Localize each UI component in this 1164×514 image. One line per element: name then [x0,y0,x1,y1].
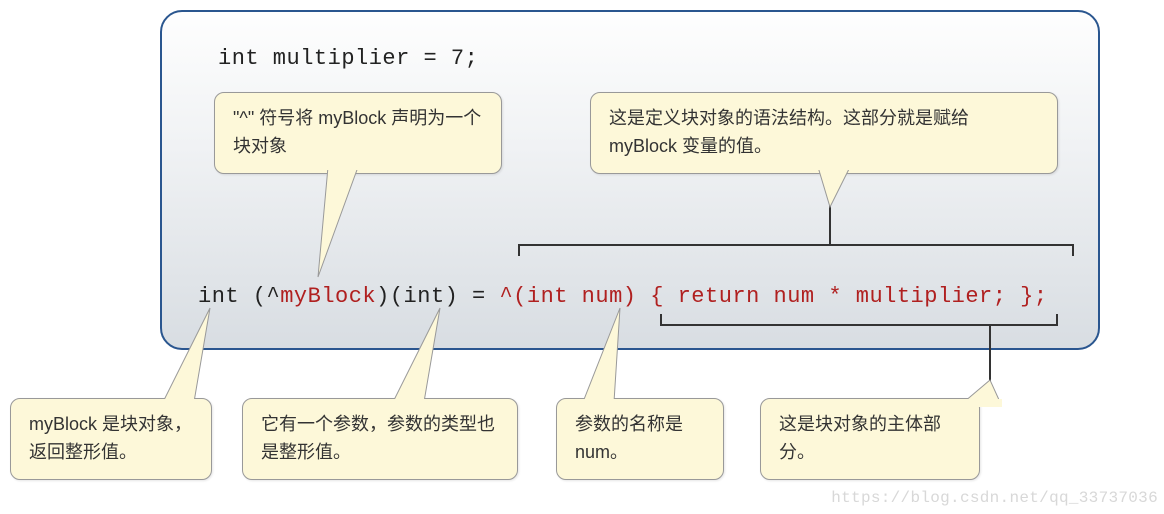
callout-param-name-text: 参数的名称是 num。 [575,414,683,462]
callout-param-type-text: 它有一个参数，参数的类型也是整形值。 [261,414,495,462]
callout-caret-text: "^" 符号将 myBlock 声明为一个块对象 [233,108,481,156]
code-line-1: int multiplier = 7; [218,46,1062,71]
seam-cover-param-name [580,399,618,407]
seam-cover-body [962,399,1002,407]
callout-body-text: 这是块对象的主体部分。 [779,414,941,462]
code-seg-int-caret: int (^ [198,284,280,309]
pointer-caret [318,167,368,279]
code-panel: int multiplier = 7; int (^myBlock)(int) … [160,10,1100,350]
code-seg-myblock: myBlock [280,284,376,309]
pointer-param-name [580,308,640,404]
code-seg-return: return num * multiplier; [678,284,1007,309]
code-seg-brace-open: { [637,284,678,309]
callout-return-type: myBlock 是块对象，返回整形值。 [10,398,212,480]
watermark: https://blog.csdn.net/qq_33737036 [831,489,1158,507]
pointer-param-type [390,308,450,404]
pointer-syntax [810,167,860,209]
bracket-body [660,314,1058,326]
callout-return-type-text: myBlock 是块对象，返回整形值。 [29,414,192,462]
bracket-block-expr [518,244,1074,256]
code-seg-paren-assign: )(int) = [376,284,499,309]
seam-cover-syntax [816,160,854,170]
callout-syntax-text: 这是定义块对象的语法结构。这部分就是赋给 myBlock 变量的值。 [609,108,969,156]
code-line-2: int (^myBlock)(int) = ^(int num) { retur… [198,284,1048,309]
code-seg-lambda-head: ^(int num) [499,284,636,309]
seam-cover-caret [326,160,362,170]
seam-cover-return [160,399,198,407]
seam-cover-param-type [390,399,428,407]
callout-body: 这是块对象的主体部分。 [760,398,980,480]
bracket-bottom-stem [988,326,992,388]
code-seg-brace-close: }; [1006,284,1047,309]
pointer-return-type [160,308,220,404]
callout-param-type: 它有一个参数，参数的类型也是整形值。 [242,398,518,480]
callout-param-name: 参数的名称是 num。 [556,398,724,480]
